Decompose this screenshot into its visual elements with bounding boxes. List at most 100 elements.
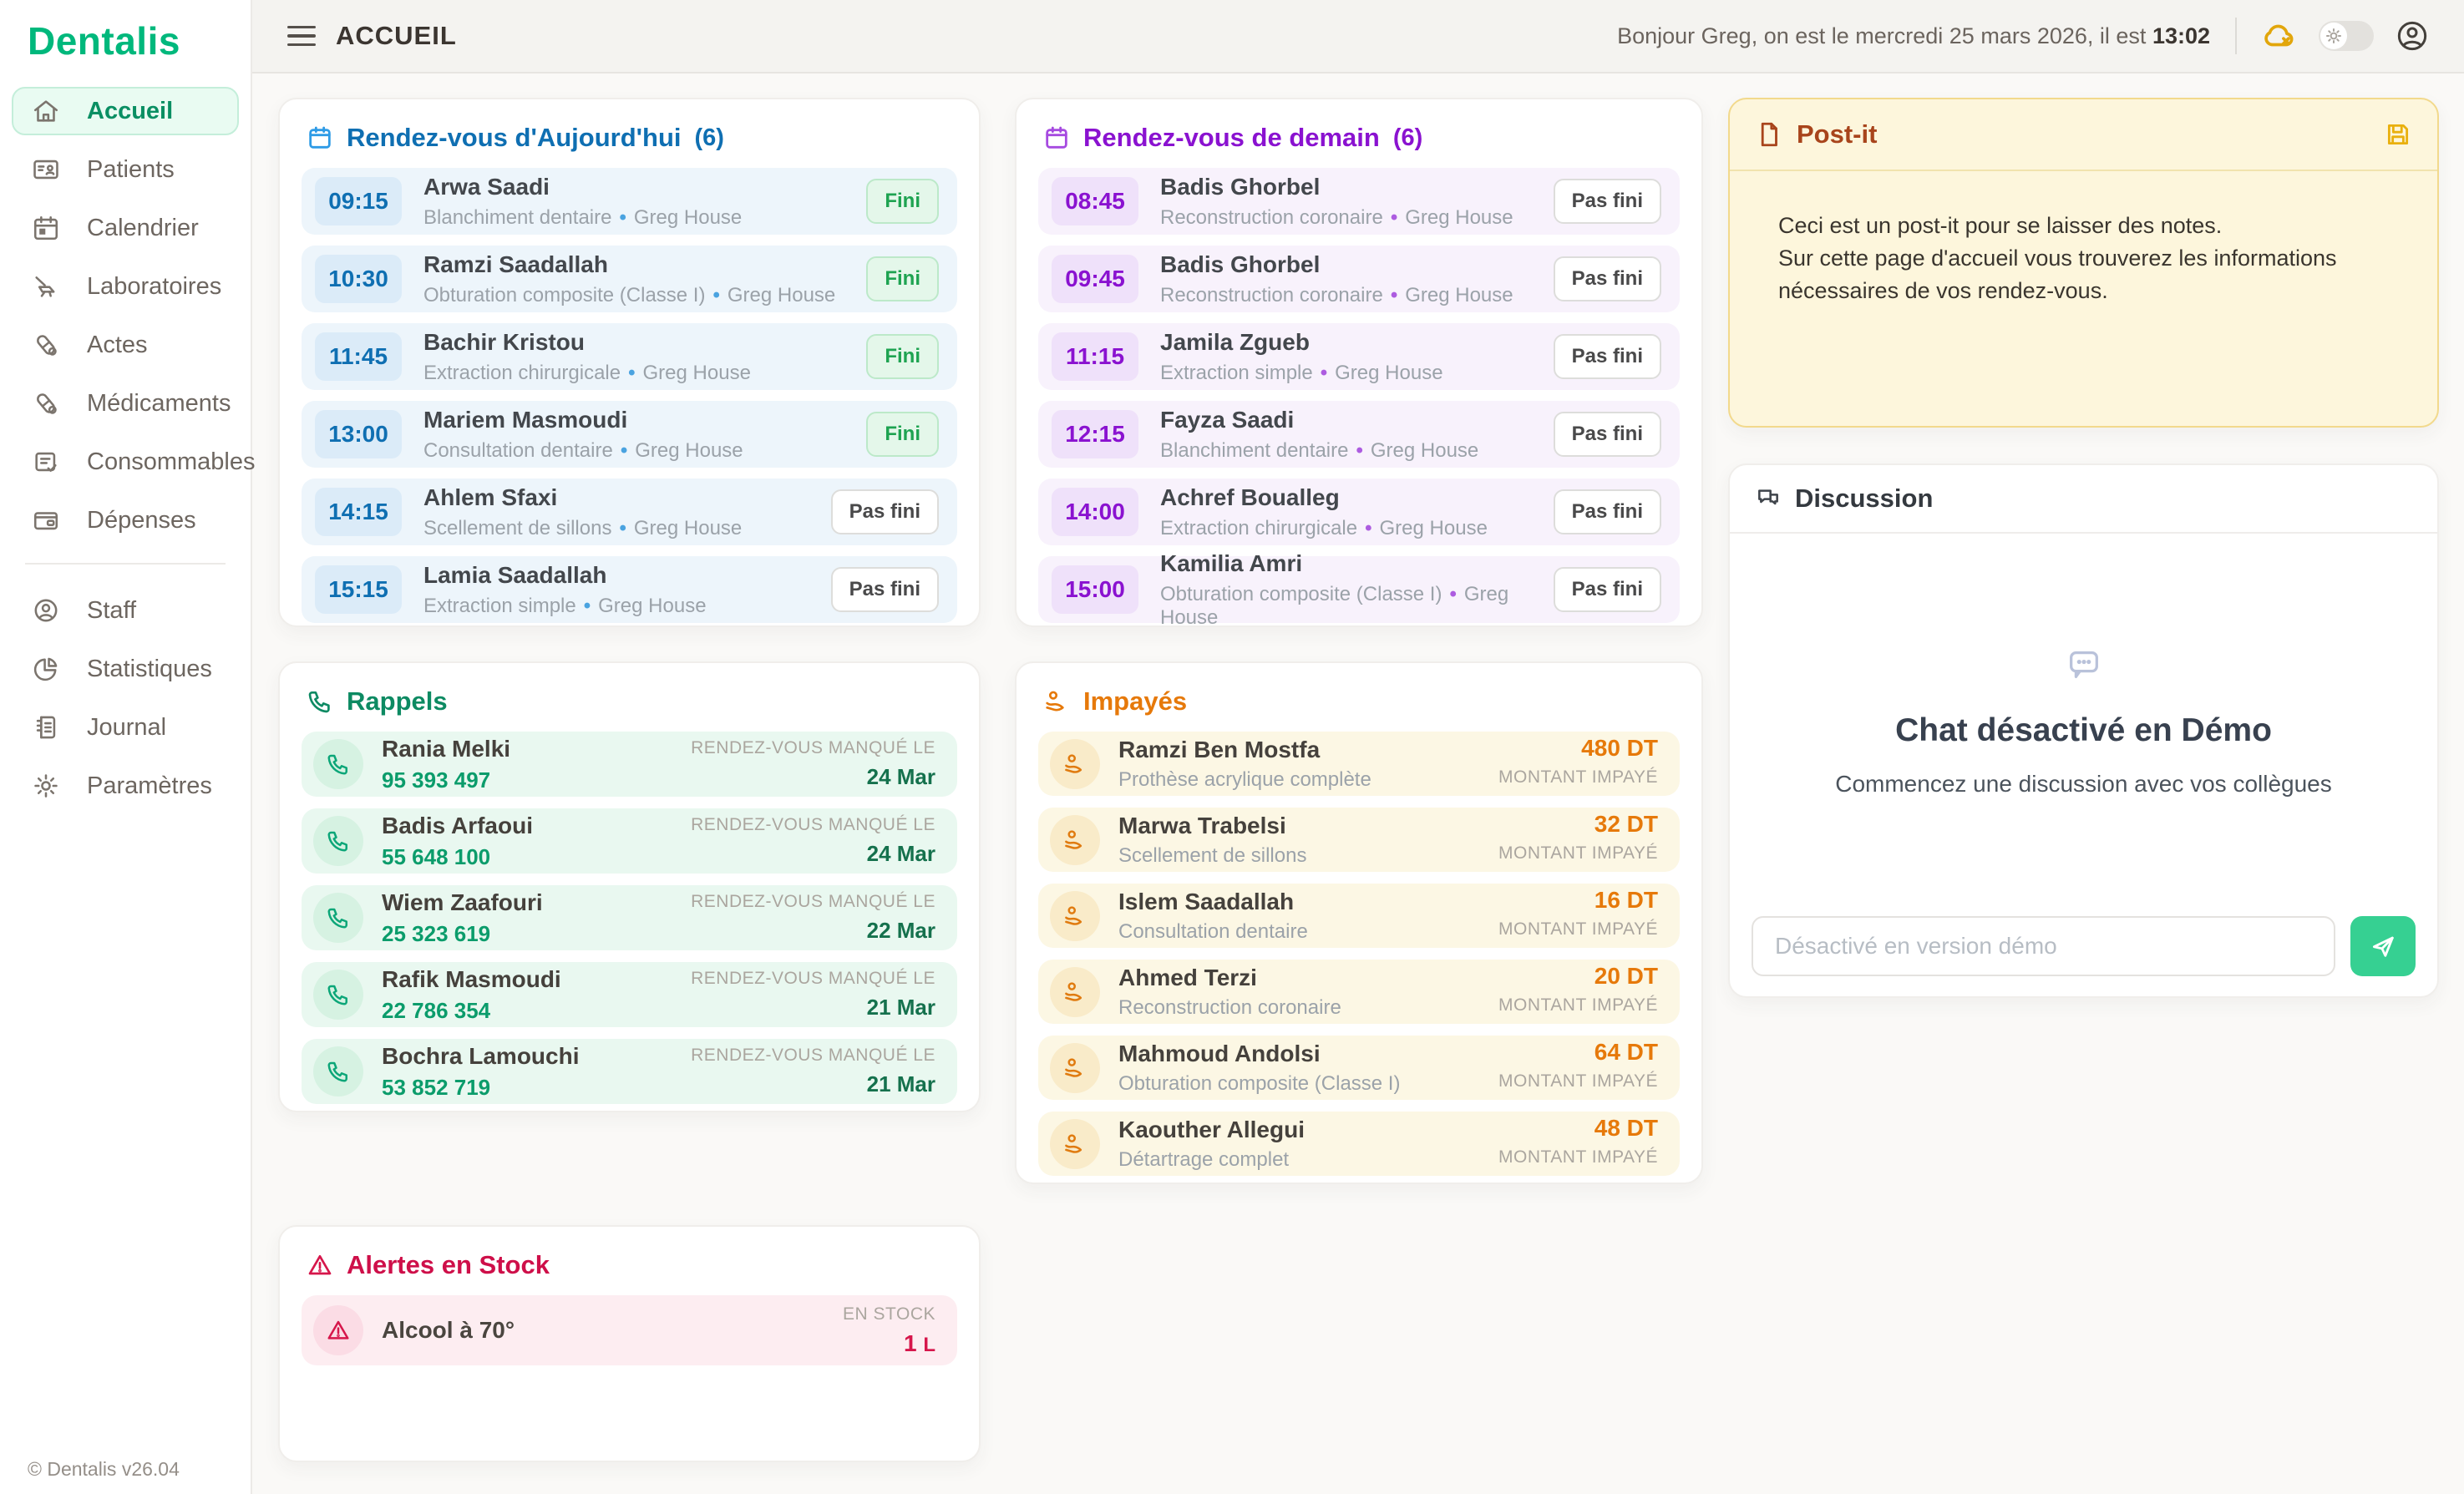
card-title: Rendez-vous de demain bbox=[1083, 123, 1380, 153]
chat-message-input[interactable] bbox=[1752, 916, 2335, 976]
reminder-row[interactable]: Rafik Masmoudi 22 786 354 RENDEZ-VOUS MA… bbox=[302, 962, 957, 1027]
patient-name: Mahmoud Andolsi bbox=[1118, 1041, 1400, 1067]
unpaid-info: Mahmoud Andolsi Obturation composite (Cl… bbox=[1118, 1041, 1400, 1096]
amount-label: MONTANT IMPAYÉ bbox=[1498, 843, 1658, 863]
appointment-row[interactable]: 10:30 Ramzi Saadallah Obturation composi… bbox=[302, 246, 957, 312]
appointment-row[interactable]: 11:45 Bachir Kristou Extraction chirurgi… bbox=[302, 323, 957, 390]
appointment-desc: Reconstruction coronaire•Greg House bbox=[1160, 284, 1513, 307]
unpaid-row[interactable]: Islem Saadallah Consultation dentaire 16… bbox=[1038, 884, 1680, 948]
phone-icon bbox=[313, 893, 363, 943]
appointment-time: 15:00 bbox=[1052, 565, 1138, 614]
warning-triangle-icon bbox=[313, 1305, 363, 1355]
postit-note-text[interactable]: Ceci est un post-it pour se laisser des … bbox=[1730, 171, 2437, 307]
save-note-icon[interactable] bbox=[2384, 120, 2412, 149]
phone-number: 25 323 619 bbox=[382, 921, 543, 947]
appointment-info: Bachir Kristou Extraction chirurgicale•G… bbox=[423, 329, 751, 385]
appointment-row[interactable]: 08:45 Badis Ghorbel Reconstruction coron… bbox=[1038, 168, 1680, 235]
unpaid-amount: 16 DT bbox=[1498, 887, 1658, 914]
hand-coin-icon bbox=[1050, 1043, 1100, 1093]
appointment-row[interactable]: 13:00 Mariem Masmoudi Consultation denta… bbox=[302, 401, 957, 468]
status-badge[interactable]: Pas fini bbox=[831, 489, 939, 534]
status-badge[interactable]: Fini bbox=[866, 256, 939, 301]
unpaid-row[interactable]: Kaouther Allegui Détartrage complet 48 D… bbox=[1038, 1112, 1680, 1176]
appointment-row[interactable]: 15:15 Lamia Saadallah Extraction simple•… bbox=[302, 556, 957, 623]
reminder-row[interactable]: Bochra Lamouchi 53 852 719 RENDEZ-VOUS M… bbox=[302, 1039, 957, 1104]
current-time: 13:02 bbox=[2152, 23, 2210, 48]
status-badge[interactable]: Pas fini bbox=[1554, 334, 1661, 379]
appointment-info: Fayza Saadi Blanchiment dentaire•Greg Ho… bbox=[1160, 407, 1478, 463]
appointment-info: Mariem Masmoudi Consultation dentaire•Gr… bbox=[423, 407, 743, 463]
treatment: Détartrage complet bbox=[1118, 1148, 1305, 1172]
appointment-row[interactable]: 09:15 Arwa Saadi Blanchiment dentaire•Gr… bbox=[302, 168, 957, 235]
sidebar-item-statistiques[interactable]: Statistiques bbox=[12, 645, 239, 693]
status-badge[interactable]: Pas fini bbox=[1554, 567, 1661, 612]
unpaid-row[interactable]: Marwa Trabelsi Scellement de sillons 32 … bbox=[1038, 808, 1680, 872]
status-badge[interactable]: Pas fini bbox=[1554, 489, 1661, 534]
sidebar-item-patients[interactable]: Patients bbox=[12, 145, 239, 194]
hand-coin-icon bbox=[1050, 1119, 1100, 1169]
status-badge[interactable]: Pas fini bbox=[831, 567, 939, 612]
status-badge[interactable]: Pas fini bbox=[1554, 256, 1661, 301]
appointment-row[interactable]: 11:15 Jamila Zgueb Extraction simple•Gre… bbox=[1038, 323, 1680, 390]
unpaid-row[interactable]: Ramzi Ben Mostfa Prothèse acrylique comp… bbox=[1038, 732, 1680, 796]
hand-coin-icon bbox=[1050, 891, 1100, 941]
appointment-row[interactable]: 14:15 Ahlem Sfaxi Scellement de sillons•… bbox=[302, 479, 957, 545]
cloud-offline-icon[interactable] bbox=[2262, 18, 2297, 53]
chat-disabled-subtitle: Commencez une discussion avec vos collèg… bbox=[1835, 771, 2332, 798]
reminder-row[interactable]: Wiem Zaafouri 25 323 619 RENDEZ-VOUS MAN… bbox=[302, 885, 957, 950]
theme-toggle[interactable] bbox=[2319, 21, 2374, 51]
status-badge[interactable]: Pas fini bbox=[1554, 179, 1661, 224]
reminder-info: Rafik Masmoudi 22 786 354 bbox=[382, 966, 561, 1024]
sidebar-item-staff[interactable]: Staff bbox=[12, 586, 239, 635]
sidebar-item-laboratoires[interactable]: Laboratoires bbox=[12, 262, 239, 311]
sidebar-item-label: Staff bbox=[87, 597, 136, 625]
treatment: Prothèse acrylique complète bbox=[1118, 768, 1371, 792]
reminder-info: Bochra Lamouchi 53 852 719 bbox=[382, 1043, 579, 1101]
appointment-row[interactable]: 12:15 Fayza Saadi Blanchiment dentaire•G… bbox=[1038, 401, 1680, 468]
appointment-time: 10:30 bbox=[315, 255, 402, 303]
sidebar-item-actes[interactable]: Actes bbox=[12, 321, 239, 369]
card-tomorrow-appointments: Rendez-vous de demain (6) 08:45 Badis Gh… bbox=[1015, 98, 1703, 627]
card-stock-alerts: Alertes en Stock Alcool à 70° EN STOCK 1… bbox=[278, 1225, 981, 1462]
sidebar-item-consommables[interactable]: Consommables bbox=[12, 438, 239, 486]
chat-bubbles-icon bbox=[1755, 485, 1782, 512]
sidebar-item-medicaments[interactable]: Médicaments bbox=[12, 379, 239, 428]
appointment-row[interactable]: 15:00 Kamilia Amri Obturation composite … bbox=[1038, 556, 1680, 623]
appointment-row[interactable]: 09:45 Badis Ghorbel Reconstruction coron… bbox=[1038, 246, 1680, 312]
reminder-row[interactable]: Rania Melki 95 393 497 RENDEZ-VOUS MANQU… bbox=[302, 732, 957, 797]
appointment-row[interactable]: 14:00 Achref Boualleg Extraction chirurg… bbox=[1038, 479, 1680, 545]
sidebar-item-depenses[interactable]: Dépenses bbox=[12, 496, 239, 544]
sidebar-divider bbox=[25, 563, 226, 565]
profile-icon[interactable] bbox=[2396, 19, 2429, 53]
app-logo: Dentalis bbox=[0, 0, 251, 63]
dental-chair-icon bbox=[32, 272, 60, 301]
phone-icon bbox=[313, 816, 363, 866]
warning-triangle-icon bbox=[307, 1252, 333, 1279]
unpaid-amount: 20 DT bbox=[1498, 963, 1658, 990]
stock-alert-row[interactable]: Alcool à 70° EN STOCK 1 L bbox=[302, 1295, 957, 1365]
message-bubble-icon bbox=[2065, 646, 2103, 684]
sidebar-item-accueil[interactable]: Accueil bbox=[12, 87, 239, 135]
patient-name: Badis Arfaoui bbox=[382, 813, 533, 839]
pill-icon bbox=[32, 389, 60, 418]
status-badge[interactable]: Fini bbox=[866, 412, 939, 457]
patient-name: Arwa Saadi bbox=[423, 174, 742, 200]
status-badge[interactable]: Fini bbox=[866, 179, 939, 224]
reminder-right: RENDEZ-VOUS MANQUÉ LE 21 Mar bbox=[691, 1046, 935, 1097]
main-content: Rendez-vous d'Aujourd'hui (6) 09:15 Arwa… bbox=[252, 73, 2464, 1494]
send-message-button[interactable] bbox=[2350, 916, 2416, 976]
sidebar-item-journal[interactable]: Journal bbox=[12, 703, 239, 752]
missed-date: 21 Mar bbox=[691, 995, 935, 1020]
hamburger-menu-icon[interactable] bbox=[287, 26, 316, 47]
unpaid-row[interactable]: Mahmoud Andolsi Obturation composite (Cl… bbox=[1038, 1036, 1680, 1100]
status-badge[interactable]: Fini bbox=[866, 334, 939, 379]
greeting-sentence: Bonjour Greg, on est le mercredi 25 mars… bbox=[1617, 23, 2146, 48]
sun-icon bbox=[2320, 23, 2347, 49]
home-icon bbox=[32, 97, 60, 125]
unpaid-row[interactable]: Ahmed Terzi Reconstruction coronaire 20 … bbox=[1038, 960, 1680, 1024]
sidebar-item-calendrier[interactable]: Calendrier bbox=[12, 204, 239, 252]
patient-name: Badis Ghorbel bbox=[1160, 251, 1513, 278]
sidebar-item-parametres[interactable]: Paramètres bbox=[12, 762, 239, 810]
reminder-row[interactable]: Badis Arfaoui 55 648 100 RENDEZ-VOUS MAN… bbox=[302, 808, 957, 874]
status-badge[interactable]: Pas fini bbox=[1554, 412, 1661, 457]
